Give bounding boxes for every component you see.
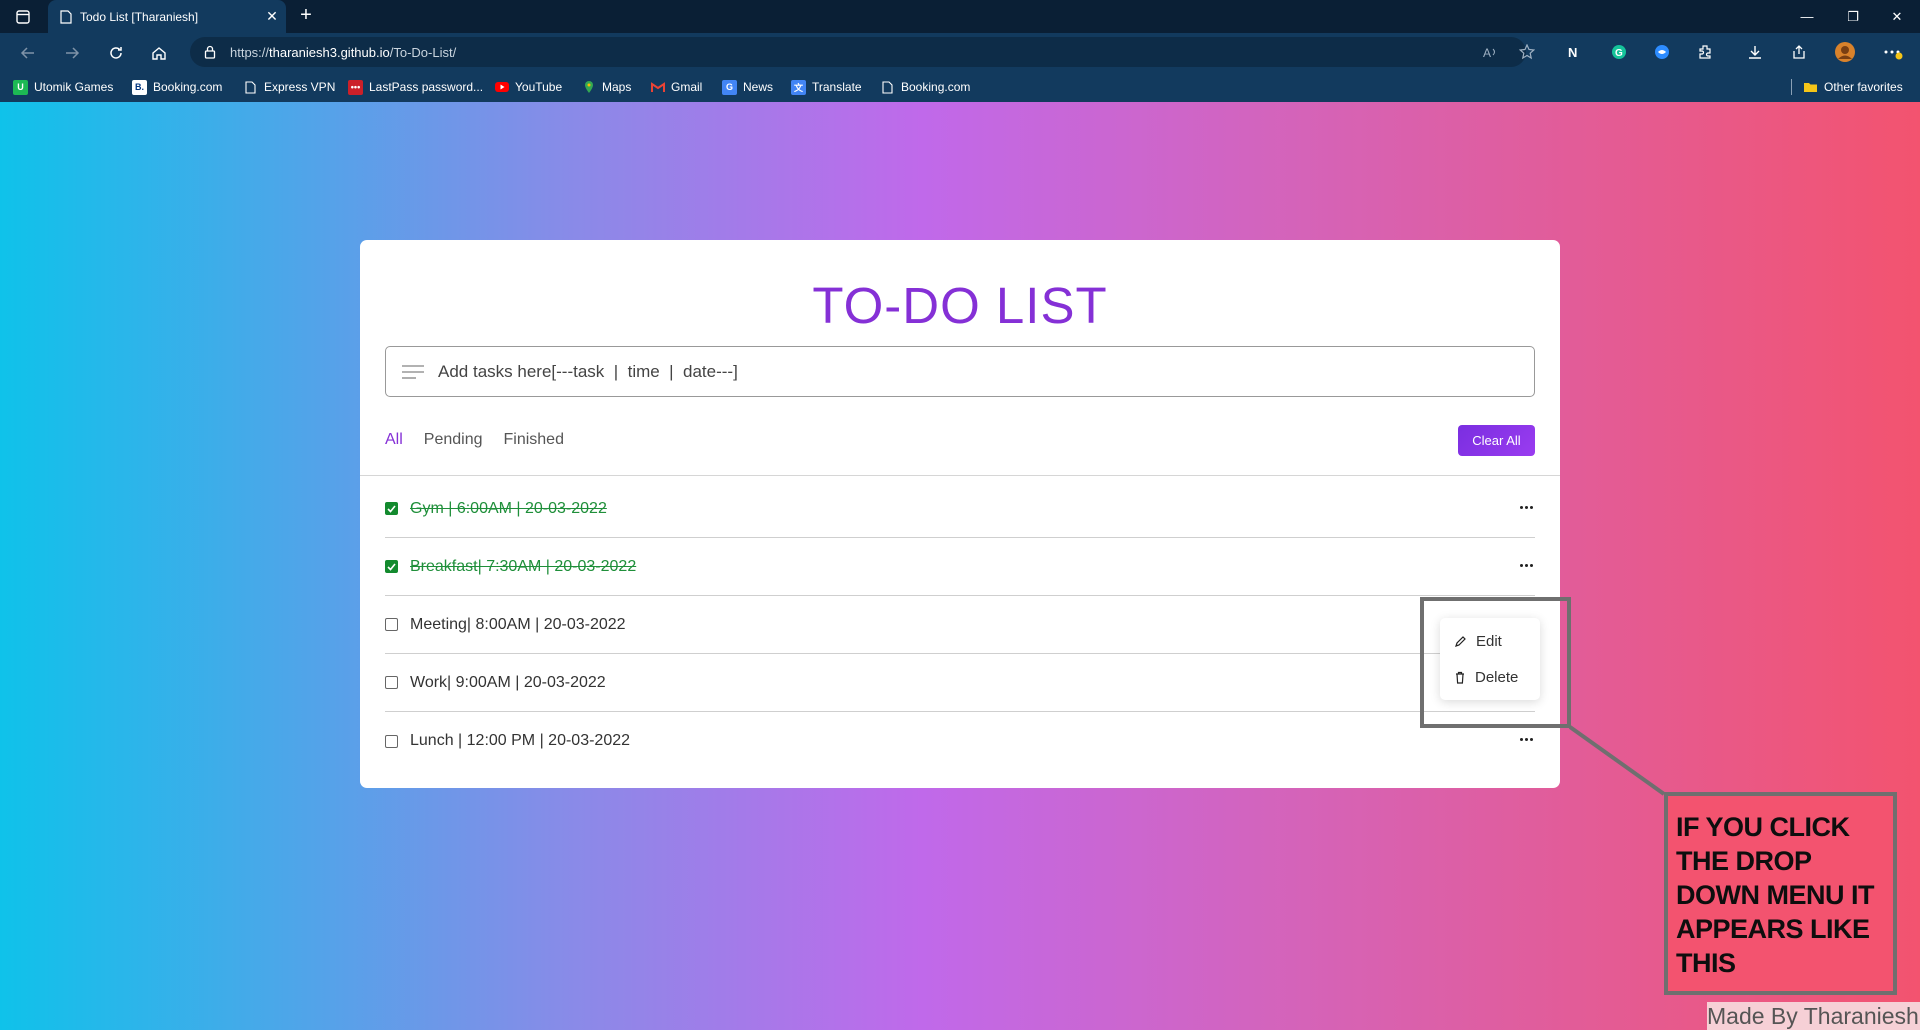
svg-text:N: N <box>1568 45 1577 60</box>
favorite-gmail[interactable]: Gmail <box>650 76 702 98</box>
annotation-note-text: IF YOU CLICK THE DROP DOWN MENU IT APPEA… <box>1676 812 1874 978</box>
favorite-booking-2[interactable]: Booking.com <box>880 76 970 98</box>
new-tab-button[interactable]: + <box>294 4 318 28</box>
page-icon <box>243 80 258 95</box>
task-row: Meeting| 8:00AM | 20-03-2022 <box>385 596 1535 654</box>
favorite-youtube[interactable]: YouTube <box>494 76 562 98</box>
tab-close-icon[interactable]: ✕ <box>258 8 286 25</box>
more-options-icon[interactable] <box>1517 558 1535 572</box>
restore-button[interactable]: ❐ <box>1830 0 1876 33</box>
page-title: TO-DO LIST <box>812 277 1108 334</box>
task-input[interactable] <box>438 361 1518 382</box>
other-favorites[interactable]: Other favorites <box>1803 76 1903 98</box>
share-icon[interactable] <box>1787 40 1811 64</box>
forward-icon[interactable] <box>58 39 86 67</box>
lock-icon[interactable] <box>204 45 216 59</box>
gmail-icon <box>650 80 665 95</box>
more-options-icon[interactable] <box>1517 732 1535 746</box>
svg-text:G: G <box>1615 48 1623 59</box>
utomik-icon: U <box>13 79 28 95</box>
task-label: Gym | 6:00AM | 20-03-2022 <box>410 499 607 517</box>
vpn-extension-icon[interactable] <box>1650 40 1674 64</box>
lastpass-icon: ••• <box>348 79 363 95</box>
url-text: https://tharaniesh3.github.io/To-Do-List… <box>230 44 457 60</box>
favorite-maps[interactable]: Maps <box>581 76 631 98</box>
more-options-icon[interactable] <box>1517 500 1535 514</box>
profile-avatar[interactable] <box>1833 40 1857 64</box>
menu-lines-icon <box>402 364 424 379</box>
task-label: Work| 9:00AM | 20-03-2022 <box>410 673 606 691</box>
task-list: Gym | 6:00AM | 20-03-2022 Breakfast| 7:3… <box>385 480 1535 770</box>
task-checkbox[interactable] <box>385 618 398 631</box>
add-favorite-icon[interactable] <box>1515 40 1539 64</box>
clear-all-button[interactable]: Clear All <box>1458 425 1535 456</box>
extensions-icon[interactable] <box>1693 40 1717 64</box>
divider <box>360 475 1560 476</box>
favorite-lastpass[interactable]: ••• LastPass password... <box>348 76 483 98</box>
browser-titlebar: Todo List [Tharaniesh] ✕ + — ❐ ✕ <box>0 0 1920 33</box>
grammarly-icon[interactable]: G <box>1607 40 1631 64</box>
favorite-news[interactable]: G News <box>722 76 773 98</box>
annotation-note: IF YOU CLICK THE DROP DOWN MENU IT APPEA… <box>1664 792 1897 995</box>
todo-card: TO-DO LIST All Pending Finished Clear Al… <box>360 240 1560 788</box>
task-label: Breakfast| 7:30AM | 20-03-2022 <box>410 557 637 575</box>
task-row: Work| 9:00AM | 20-03-2022 <box>385 654 1535 712</box>
favorites-bar: U Utomik Games B. Booking.com Express VPN … <box>0 71 1920 102</box>
back-icon[interactable] <box>14 39 42 67</box>
task-checkbox[interactable] <box>385 734 398 748</box>
read-aloud-icon[interactable]: A <box>1479 40 1503 64</box>
author-credit: Made By Tharaniesh <box>1707 1002 1920 1030</box>
task-checkbox[interactable] <box>385 560 398 573</box>
address-bar[interactable]: https://tharaniesh3.github.io/To-Do-List… <box>190 37 1526 67</box>
downloads-icon[interactable] <box>1743 40 1767 64</box>
favorite-translate[interactable]: 文 Translate <box>791 76 862 98</box>
maps-icon <box>581 80 596 95</box>
task-input-wrapper[interactable] <box>385 346 1535 397</box>
tab-finished[interactable]: Finished <box>504 431 564 449</box>
news-icon: G <box>722 79 737 95</box>
browser-toolbar: https://tharaniesh3.github.io/To-Do-List… <box>0 33 1920 71</box>
tab-actions-icon[interactable] <box>12 6 34 28</box>
favorite-utomik[interactable]: U Utomik Games <box>13 76 113 98</box>
favorite-booking[interactable]: B. Booking.com <box>132 76 222 98</box>
tab-pending[interactable]: Pending <box>424 431 483 449</box>
minimize-button[interactable]: — <box>1784 0 1830 33</box>
youtube-icon <box>494 80 509 95</box>
booking-icon: B. <box>132 79 147 95</box>
task-checkbox[interactable] <box>385 676 398 689</box>
filter-tabs: All Pending Finished <box>385 431 564 449</box>
task-row: Gym | 6:00AM | 20-03-2022 <box>385 480 1535 538</box>
task-row: Breakfast| 7:30AM | 20-03-2022 <box>385 538 1535 596</box>
favorites-divider <box>1791 79 1792 95</box>
annotation-highlight-box <box>1420 597 1571 728</box>
page-icon <box>60 9 72 24</box>
tab-all[interactable]: All <box>385 431 403 449</box>
task-label: Lunch | 12:00 PM | 20-03-2022 <box>410 732 631 749</box>
refresh-icon[interactable] <box>102 39 130 67</box>
page-icon <box>880 80 895 95</box>
task-checkbox[interactable] <box>385 502 398 515</box>
svg-text:A: A <box>1483 46 1491 59</box>
folder-icon <box>1803 80 1818 95</box>
task-label: Meeting| 8:00AM | 20-03-2022 <box>410 615 626 633</box>
close-window-button[interactable]: ✕ <box>1874 0 1920 33</box>
favorite-express-vpn[interactable]: Express VPN <box>243 76 335 98</box>
home-icon[interactable] <box>145 39 173 67</box>
page-viewport: TO-DO LIST All Pending Finished Clear Al… <box>0 102 1920 1030</box>
tab-title: Todo List [Tharaniesh] <box>80 9 199 24</box>
browser-tab[interactable]: Todo List [Tharaniesh] ✕ <box>48 0 286 33</box>
task-row: Lunch | 12:00 PM | 20-03-2022 <box>385 712 1535 770</box>
settings-more-icon[interactable] <box>1881 40 1905 64</box>
translate-icon: 文 <box>791 79 806 95</box>
extension-n-icon[interactable]: N <box>1563 40 1587 64</box>
